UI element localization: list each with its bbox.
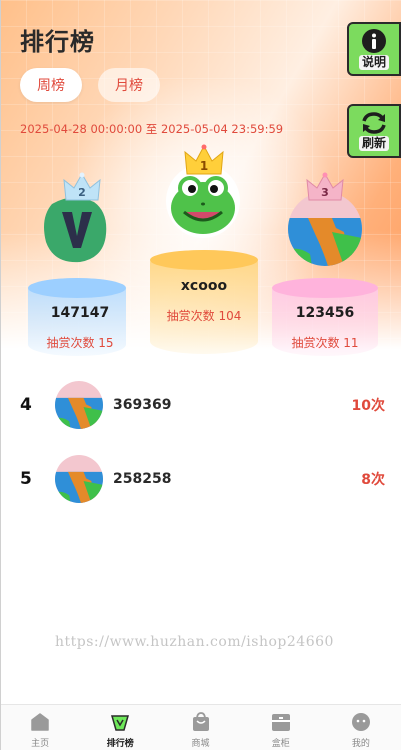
list-count: 10次	[351, 398, 385, 414]
tab-profile-label: 我的	[351, 739, 370, 749]
cabinet-icon	[271, 714, 290, 731]
pillar-top	[150, 250, 258, 270]
pillar-top	[272, 278, 378, 298]
list-avatar	[55, 381, 103, 429]
rank-2-name: 147147	[50, 305, 110, 321]
page-title: 排行榜	[20, 28, 95, 56]
list-username: 369369	[113, 397, 172, 413]
list-item[interactable]: 4 369369 10次	[0, 375, 401, 435]
tab-home[interactable]: 主页	[0, 705, 80, 750]
list-rank: 4	[20, 395, 32, 415]
date-range: 2025-04-28 00:00:00 至 2025-05-04 23:59:5…	[20, 122, 284, 136]
crown-rank-2-icon: 2	[63, 172, 101, 201]
crown-rank-1-icon: 1	[184, 144, 224, 175]
list-avatar	[55, 455, 103, 503]
tab-cabinet[interactable]: 盒柜	[241, 705, 321, 750]
bottom-tab-bar: 主页 排行榜 商城 盒柜 我的	[0, 704, 401, 750]
podium-pillar-1	[150, 250, 258, 354]
shop-bag-icon	[192, 712, 209, 731]
profile-icon	[351, 713, 370, 731]
list-rank: 5	[20, 469, 32, 489]
list-item[interactable]: 5 258258 8次	[0, 449, 401, 509]
tab-cabinet-label: 盒柜	[271, 739, 290, 749]
tab-shop[interactable]: 商城	[160, 705, 240, 750]
tab-weekly[interactable]: 周榜	[20, 68, 82, 102]
tab-monthly[interactable]: 月榜	[98, 68, 160, 102]
tab-profile[interactable]: 我的	[321, 705, 401, 750]
refresh-button-label: 刷新	[358, 136, 389, 151]
rank-1-name: xcooo	[180, 278, 228, 294]
crown-rank-1-number: 1	[200, 159, 208, 173]
crown-rank-3-icon: 3	[306, 172, 344, 201]
watermark-text: https://www.huzhan.com/ishop24660	[55, 634, 334, 650]
rank-3-count: 抽赏次数 11	[291, 336, 359, 350]
list-count: 8次	[361, 472, 385, 488]
tab-ranking-label: 排行榜	[106, 739, 134, 749]
tab-shop-label: 商城	[191, 739, 210, 749]
page-edge	[0, 0, 1, 750]
home-icon	[31, 713, 49, 731]
tab-ranking[interactable]: 排行榜	[80, 705, 160, 750]
coast-avatar	[55, 381, 103, 429]
coast-avatar	[55, 455, 103, 503]
info-icon	[362, 29, 386, 53]
list-username: 258258	[113, 471, 172, 487]
rank-3-name: 123456	[295, 305, 355, 321]
refresh-icon	[362, 112, 386, 134]
crown-rank-3-number: 3	[321, 186, 329, 199]
rank-2-count: 抽赏次数 15	[46, 336, 114, 350]
ranking-icon	[111, 715, 130, 731]
rank-1-count: 抽赏次数 104	[166, 309, 242, 323]
info-button[interactable]: 说明	[347, 22, 401, 76]
pillar-top	[28, 278, 126, 298]
info-button-label: 说明	[358, 55, 389, 70]
refresh-button[interactable]: 刷新	[347, 104, 401, 158]
crown-rank-2-number: 2	[78, 186, 86, 199]
tab-home-label: 主页	[31, 739, 50, 749]
